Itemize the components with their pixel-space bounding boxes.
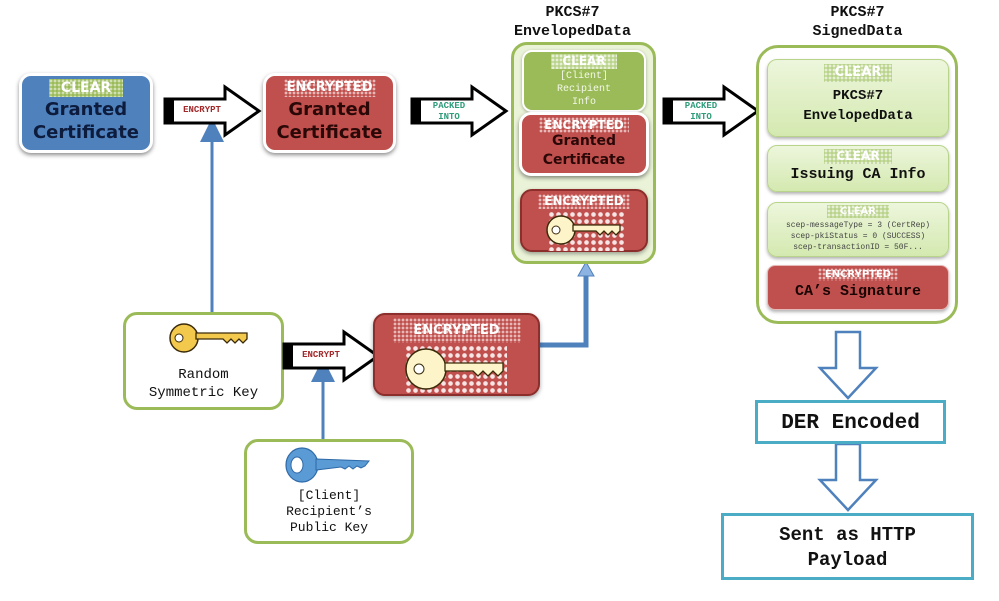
key-icon	[169, 323, 248, 353]
signed-enveloped-box: CLEAR PKCS#7 EnvelopedData	[767, 59, 949, 137]
der-encoded-box: DER Encoded	[755, 400, 946, 444]
packed-label-line2: INTO	[438, 112, 460, 122]
title-line2: EnvelopedData	[513, 23, 632, 40]
signed-data-container: CLEAR PKCS#7 EnvelopedData CLEAR Issuing…	[756, 45, 958, 324]
der-encoded-label: DER Encoded	[781, 412, 920, 435]
down-arrow-2	[817, 442, 879, 512]
label-line1: Granted	[288, 99, 371, 120]
encrypt-arrow-1: ENCRYPT	[163, 84, 262, 138]
label-line2: Certificate	[276, 122, 383, 143]
attribute-line: scep-pkiStatus = 0 (SUCCESS)	[790, 232, 926, 241]
packed-into-arrow-2: PACKED INTO	[662, 84, 761, 138]
recipient-info-box: CLEAR [Client] Recipient Info	[522, 50, 646, 112]
scep-attributes-box: CLEAR scep-messageType = 3 (CertRep) sce…	[767, 202, 949, 257]
label-line2: Certificate	[542, 152, 626, 168]
packed-into-arrow-1: PACKED INTO	[410, 84, 509, 138]
encrypted-tag: ENCRYPTED	[392, 318, 521, 343]
connector-arrowhead	[577, 260, 595, 277]
attribute-line: scep-transactionID = 50F...	[793, 243, 923, 252]
issuing-ca-info-box: CLEAR Issuing CA Info	[767, 145, 949, 192]
connector-encrypted-key-to-envelope	[540, 268, 589, 348]
recipient-line2: Recipient	[556, 84, 611, 95]
clear-tag: CLEAR	[824, 149, 892, 164]
encrypt-label: ENCRYPT	[183, 105, 221, 115]
down-arrow-1	[817, 330, 879, 400]
attribute-line: scep-messageType = 3 (CertRep)	[785, 221, 931, 230]
signature-label: CA’s Signature	[794, 283, 922, 300]
key-icon	[546, 215, 621, 245]
public-key-box: [Client] Recipient’s Public Key	[244, 439, 414, 544]
encrypt-label: ENCRYPT	[302, 350, 340, 360]
packed-label-line2: INTO	[690, 112, 712, 122]
encrypted-tag: ENCRYPTED	[539, 117, 629, 133]
label-line1: Random	[178, 367, 229, 383]
http-payload-box: Sent as HTTP Payload	[721, 513, 974, 580]
key-icon	[405, 348, 504, 390]
label-line1: [Client]	[297, 488, 361, 503]
label-line1: PKCS#7	[832, 88, 884, 104]
random-symmetric-key-box: Random Symmetric Key	[123, 312, 284, 410]
recipient-line3: Info	[571, 97, 596, 108]
payload-line2: Payload	[807, 549, 888, 571]
clear-tag: CLEAR	[49, 79, 123, 97]
title-line2: SignedData	[812, 23, 903, 40]
encrypted-certificate-box: ENCRYPTED Granted Certificate	[519, 112, 649, 176]
granted-certificate-clear: CLEAR Granted Certificate	[19, 73, 153, 153]
encrypted-tag: ENCRYPTED	[818, 268, 898, 281]
packed-label-line1: PACKED	[432, 101, 466, 111]
payload-line1: Sent as HTTP	[779, 524, 916, 546]
enveloped-data-title: PKCS#7 EnvelopedData	[500, 3, 645, 41]
granted-certificate-encrypted: ENCRYPTED Granted Certificate	[263, 73, 396, 153]
encrypted-tag: ENCRYPTED	[538, 194, 630, 209]
title-line1: PKCS#7	[830, 4, 885, 21]
label-line2: Symmetric Key	[148, 385, 259, 401]
label-line3: Public Key	[289, 520, 368, 535]
clear-tag: CLEAR	[827, 205, 889, 218]
label-line1: Granted	[44, 99, 128, 120]
encrypted-symmetric-key-box: ENCRYPTED	[373, 313, 540, 396]
clear-tag: CLEAR	[824, 64, 892, 82]
issuing-ca-label: Issuing CA Info	[790, 166, 926, 183]
label-line2: Certificate	[32, 122, 140, 143]
recipient-line1: [Client]	[559, 71, 608, 82]
encrypt-arrow-2: ENCRYPT	[282, 329, 381, 383]
label-line1: Granted	[551, 133, 617, 149]
label-line2: Recipient’s	[286, 504, 372, 519]
encrypted-key-box: ENCRYPTED	[520, 189, 648, 252]
packed-label-line1: PACKED	[684, 101, 718, 111]
signed-data-title: PKCS#7 SignedData	[790, 3, 925, 41]
label-line2: EnvelopedData	[803, 108, 913, 124]
ca-signature-box: ENCRYPTED CA’s Signature	[767, 265, 949, 310]
key-icon	[285, 447, 371, 483]
title-line1: PKCS#7	[545, 4, 600, 21]
encrypted-tag: ENCRYPTED	[283, 79, 376, 97]
clear-tag: CLEAR	[551, 54, 617, 69]
enveloped-data-container: CLEAR [Client] Recipient Info ENCRYPTED …	[511, 42, 656, 264]
